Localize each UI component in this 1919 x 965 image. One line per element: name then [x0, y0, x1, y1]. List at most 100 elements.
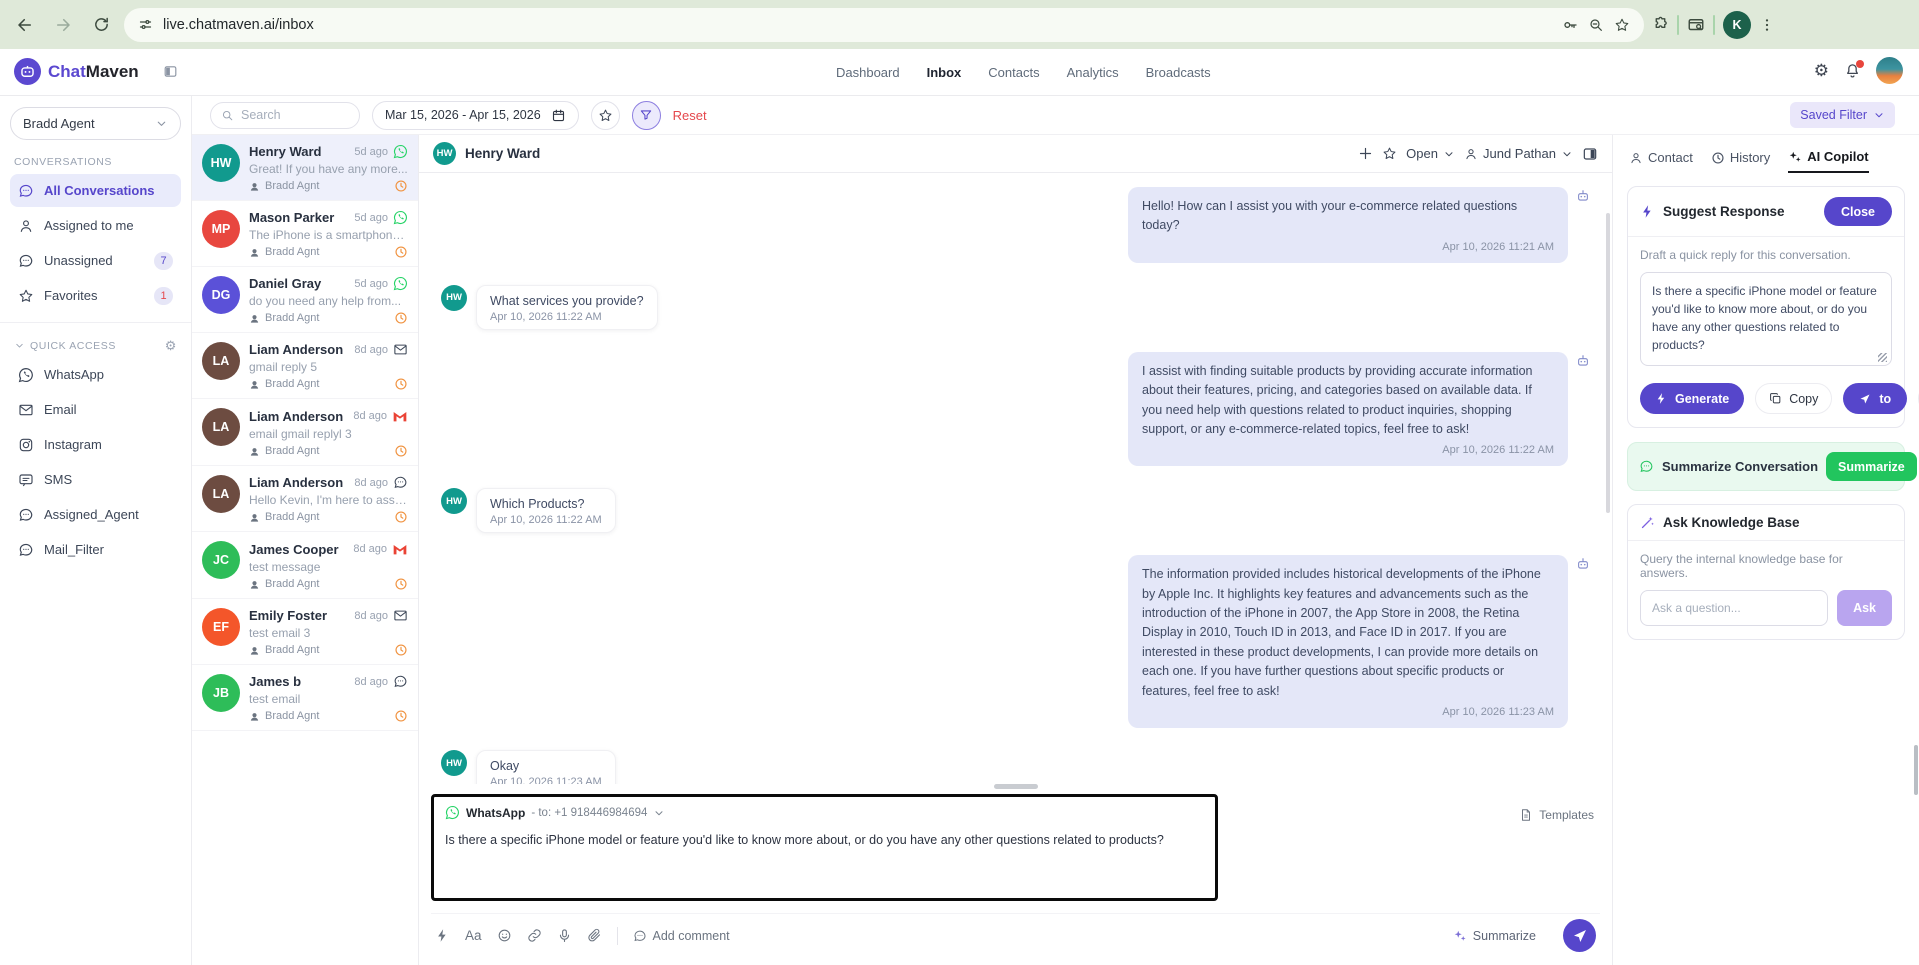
- text-format-icon[interactable]: Aa: [465, 928, 482, 943]
- sidebar-item-assigned-to-me[interactable]: Assigned to me: [10, 209, 181, 242]
- summarize-conversation-button[interactable]: Summarize: [1826, 452, 1917, 481]
- search-input-wrap[interactable]: [210, 102, 360, 129]
- ask-button[interactable]: Ask: [1837, 590, 1892, 626]
- send-to-button[interactable]: to: [1843, 383, 1907, 414]
- tab-history[interactable]: History: [1711, 150, 1770, 172]
- resize-handle[interactable]: [1878, 353, 1887, 362]
- conversation-row-liam-anderson-2[interactable]: LA Liam Anderson8d ago email gmail reply…: [192, 399, 418, 466]
- conversation-row-henry-ward[interactable]: HW Henry Ward5d ago Great! If you have a…: [192, 135, 418, 201]
- saved-filter-dropdown[interactable]: Saved Filter: [1790, 102, 1895, 128]
- knowledge-question-input[interactable]: [1640, 590, 1828, 626]
- favorite-filter-button[interactable]: [591, 101, 620, 130]
- bolt-icon: [1640, 204, 1655, 219]
- copy-button[interactable]: Copy: [1755, 383, 1832, 414]
- browser-back-button[interactable]: [10, 10, 40, 40]
- sidebar-item-instagram[interactable]: Instagram: [10, 428, 181, 461]
- url-text[interactable]: live.chatmaven.ai/inbox: [163, 17, 1552, 33]
- device-toolbar-icon[interactable]: [1687, 16, 1705, 34]
- suggested-reply-textarea[interactable]: Is there a specific iPhone model or feat…: [1640, 272, 1892, 366]
- assignee-dropdown[interactable]: Jund Pathan: [1464, 146, 1573, 161]
- agent-select[interactable]: Bradd Agent: [10, 107, 181, 140]
- conversation-row-liam-anderson-1[interactable]: LA Liam Anderson8d ago gmail reply 5 Bra…: [192, 333, 418, 399]
- generate-button[interactable]: Generate: [1640, 383, 1744, 414]
- sidebar-item-assigned-agent[interactable]: Assigned_Agent: [10, 498, 181, 531]
- tab-contact[interactable]: Contact: [1629, 150, 1693, 172]
- tab-broadcasts[interactable]: Broadcasts: [1146, 65, 1211, 80]
- reset-filters-button[interactable]: Reset: [673, 108, 707, 123]
- attachment-icon[interactable]: [587, 928, 602, 943]
- message-agent: The information provided includes histor…: [441, 555, 1590, 728]
- chevron-down-icon[interactable]: [653, 807, 665, 819]
- tab-contacts[interactable]: Contacts: [988, 65, 1039, 80]
- conversation-row-mason-parker[interactable]: MP Mason Parker5d ago The iPhone is a sm…: [192, 201, 418, 267]
- chat-bubble-icon: [18, 253, 34, 269]
- notifications-bell-icon[interactable]: [1844, 62, 1861, 79]
- microphone-icon[interactable]: [557, 928, 572, 943]
- tab-analytics[interactable]: Analytics: [1067, 65, 1119, 80]
- url-bar[interactable]: live.chatmaven.ai/inbox: [124, 8, 1644, 42]
- knowledge-base-hint: Query the internal knowledge base for an…: [1640, 552, 1892, 580]
- notification-dot: [1856, 60, 1864, 68]
- message-agent: I assist with finding suitable products …: [441, 352, 1590, 467]
- zoom-out-icon[interactable]: [1588, 17, 1604, 33]
- tab-ai-copilot[interactable]: AI Copilot: [1788, 149, 1868, 173]
- bot-icon: [1576, 354, 1590, 368]
- conversation-row-daniel-gray[interactable]: DG Daniel Gray5d ago do you need any hel…: [192, 267, 418, 333]
- tab-dashboard[interactable]: Dashboard: [836, 65, 900, 80]
- conversation-row-emily-foster[interactable]: EF Emily Foster8d ago test email 3 Bradd…: [192, 599, 418, 665]
- sidebar-item-all-conversations[interactable]: All Conversations: [10, 174, 181, 207]
- browser-forward-button[interactable]: [48, 10, 78, 40]
- sidebar-toggle-icon[interactable]: [163, 64, 178, 79]
- browser-reload-button[interactable]: [86, 10, 116, 40]
- user-avatar[interactable]: [1876, 57, 1903, 84]
- conversation-row-liam-anderson-3[interactable]: LA Liam Anderson8d ago Hello Kevin, I'm …: [192, 466, 418, 532]
- sidebar-item-whatsapp[interactable]: WhatsApp: [10, 358, 181, 391]
- close-button[interactable]: Close: [1824, 197, 1892, 226]
- summarize-button[interactable]: Summarize: [1453, 929, 1536, 943]
- search-input[interactable]: [241, 108, 349, 122]
- emoji-icon[interactable]: [497, 928, 512, 943]
- sidebar-divider: [0, 322, 191, 323]
- conversation-row-james-cooper[interactable]: JC James Cooper8d ago test message Bradd…: [192, 532, 418, 599]
- sidebar-item-mail-filter[interactable]: Mail_Filter: [10, 533, 181, 566]
- message-time: Apr 10, 2026 11:22 AM: [490, 514, 602, 526]
- sidebar-item-sms[interactable]: SMS: [10, 463, 181, 496]
- settings-gear-icon[interactable]: ⚙: [1814, 62, 1829, 79]
- composer-recipient[interactable]: - to: +1 918446984694: [531, 807, 647, 819]
- browser-menu-icon[interactable]: [1759, 17, 1775, 33]
- brand-logo[interactable]: ChatMaven: [14, 58, 139, 85]
- templates-button[interactable]: Templates: [1519, 808, 1594, 822]
- message-list[interactable]: Hello! How can I assist you with your e-…: [419, 173, 1612, 784]
- password-key-icon[interactable]: [1562, 17, 1578, 33]
- chevron-down-icon[interactable]: [14, 340, 25, 351]
- send-button[interactable]: [1563, 919, 1596, 952]
- browser-profile-avatar[interactable]: K: [1723, 11, 1751, 39]
- link-icon[interactable]: [527, 928, 542, 943]
- sidebar-item-email[interactable]: Email: [10, 393, 181, 426]
- sidebar-item-favorites[interactable]: Favorites 1: [10, 279, 181, 312]
- tune-icon[interactable]: [138, 17, 153, 32]
- add-comment-button[interactable]: Add comment: [633, 929, 730, 943]
- favorite-star-button[interactable]: [1382, 146, 1397, 161]
- composer-toolbar: Aa Add comment Summarize: [431, 913, 1600, 957]
- extensions-icon[interactable]: [1652, 16, 1669, 33]
- chat-scrollbar[interactable]: [1606, 213, 1610, 513]
- add-button[interactable]: [1358, 146, 1373, 161]
- status-dropdown[interactable]: Open: [1406, 146, 1455, 161]
- conversation-row-james-b[interactable]: JB James b8d ago test email Bradd Agnt: [192, 665, 418, 731]
- composer-text[interactable]: Is there a specific iPhone model or feat…: [445, 831, 1204, 850]
- tab-inbox[interactable]: Inbox: [927, 65, 962, 80]
- toggle-right-panel-icon[interactable]: [1582, 146, 1598, 162]
- quick-reply-bolt-icon[interactable]: [435, 928, 450, 943]
- quick-access-gear-icon[interactable]: ⚙: [165, 339, 177, 352]
- page-scrollbar[interactable]: [1914, 745, 1918, 795]
- date-range-picker[interactable]: Mar 15, 2026 - Apr 15, 2026: [372, 101, 579, 130]
- sidebar-item-unassigned[interactable]: Unassigned 7: [10, 244, 181, 277]
- chevron-down-icon: [1873, 109, 1885, 121]
- composer-channel[interactable]: WhatsApp: [466, 806, 525, 820]
- browser-chrome: live.chatmaven.ai/inbox K: [0, 0, 1919, 49]
- composer-drag-handle[interactable]: [994, 784, 1038, 789]
- filter-button[interactable]: [632, 101, 661, 130]
- bookmark-star-icon[interactable]: [1614, 17, 1630, 33]
- message-input-box[interactable]: WhatsApp - to: +1 918446984694 Is there …: [431, 794, 1218, 901]
